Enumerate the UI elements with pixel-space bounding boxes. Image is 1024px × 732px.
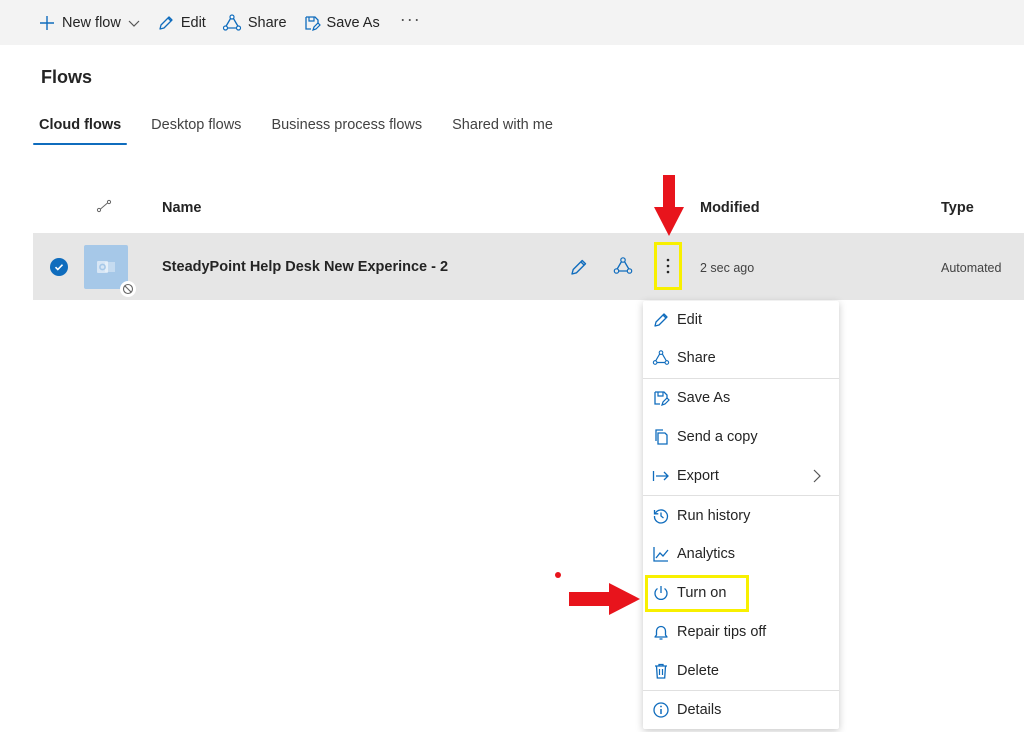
- share-icon: [613, 257, 633, 274]
- flow-type: Automated: [941, 261, 1002, 275]
- outlook-flow-icon: [84, 245, 136, 297]
- share-icon: [652, 350, 670, 365]
- menu-item-analytics[interactable]: Analytics: [643, 535, 839, 573]
- menu-item-details[interactable]: Details: [643, 691, 839, 729]
- menu-item-share[interactable]: Share: [643, 339, 839, 377]
- page-title: Flows: [41, 67, 93, 87]
- menu-item-label: Send a copy: [677, 429, 758, 445]
- menu-item-label: Turn on: [677, 585, 727, 601]
- analytics-icon: [653, 547, 669, 562]
- column-header-name[interactable]: Name: [162, 200, 202, 216]
- more-commands-button[interactable]: ···: [400, 9, 421, 36]
- menu-item-label: Save As: [677, 390, 731, 406]
- checkmark-icon: [54, 264, 64, 271]
- menu-item-export[interactable]: Export: [643, 457, 839, 495]
- chevron-right-icon: [813, 469, 821, 483]
- share-icon: [222, 13, 241, 31]
- tab-business-process-flows[interactable]: Business process flows: [265, 110, 428, 145]
- tab-cloud-flows[interactable]: Cloud flows: [33, 110, 128, 145]
- menu-item-label: Share: [677, 350, 716, 366]
- pencil-icon: [159, 15, 173, 30]
- row-checkbox[interactable]: [50, 258, 68, 276]
- menu-item-repair-tips-off[interactable]: Repair tips off: [643, 613, 839, 651]
- new-flow-label: New flow: [62, 14, 121, 31]
- menu-item-send-a-copy[interactable]: Send a copy: [643, 418, 839, 456]
- menu-item-edit[interactable]: Edit: [643, 301, 839, 339]
- save-as-icon: [304, 15, 321, 31]
- history-icon: [653, 509, 669, 524]
- outlook-icon: [97, 261, 115, 273]
- row-share-button[interactable]: [612, 256, 634, 281]
- menu-item-label: Run history: [677, 508, 751, 524]
- power-icon: [654, 586, 668, 600]
- flow-type-column-icon: [96, 199, 112, 213]
- flow-name[interactable]: SteadyPoint Help Desk New Experince - 2: [162, 259, 448, 275]
- save-as-button[interactable]: Save As: [303, 0, 380, 45]
- red-arrow-down-annotation: [654, 175, 684, 236]
- menu-item-turn-on[interactable]: Turn on: [643, 574, 839, 612]
- column-header-modified[interactable]: Modified: [700, 200, 760, 216]
- menu-divider: [643, 495, 839, 496]
- tab-desktop-flows[interactable]: Desktop flows: [145, 110, 247, 145]
- menu-item-run-history[interactable]: Run history: [643, 497, 839, 535]
- flow-tabs: Cloud flows Desktop flows Business proce…: [33, 110, 577, 145]
- plus-icon: [40, 15, 54, 30]
- disabled-icon: [122, 283, 134, 295]
- menu-item-label: Analytics: [677, 546, 736, 562]
- save-as-icon: [654, 391, 670, 406]
- edit-label: Edit: [180, 14, 206, 31]
- trash-icon: [655, 663, 667, 679]
- new-flow-button[interactable]: New flow: [38, 0, 141, 45]
- red-arrow-right-annotation: [569, 583, 640, 615]
- menu-item-save-as[interactable]: Save As: [643, 379, 839, 417]
- copy-icon: [655, 429, 668, 445]
- info-icon: [653, 702, 669, 718]
- flow-off-badge: [120, 281, 136, 297]
- tab-shared-with-me[interactable]: Shared with me: [446, 110, 559, 145]
- row-edit-button[interactable]: [569, 257, 589, 282]
- save-as-label: Save As: [326, 14, 380, 31]
- bell-icon: [654, 625, 668, 640]
- menu-item-label: Export: [677, 468, 719, 484]
- menu-item-label: Delete: [677, 663, 719, 679]
- menu-item-label: Details: [677, 702, 722, 718]
- table-row[interactable]: SteadyPoint Help Desk New Experince - 2 …: [33, 233, 1024, 300]
- chevron-down-icon: [128, 20, 140, 27]
- pencil-icon: [654, 313, 668, 327]
- edit-button[interactable]: Edit: [157, 0, 206, 45]
- pencil-icon: [571, 259, 587, 275]
- menu-item-label: Edit: [677, 312, 702, 328]
- menu-item-label: Repair tips off: [677, 624, 767, 640]
- export-icon: [652, 471, 669, 481]
- flow-modified: 2 sec ago: [700, 261, 755, 275]
- share-button[interactable]: Share: [222, 0, 287, 45]
- row-more-actions-button[interactable]: [654, 242, 682, 290]
- flow-context-menu: Edit Share Save As Send a copy Export Ru…: [643, 301, 839, 729]
- red-dot-annotation: [555, 572, 561, 578]
- more-vertical-icon: [666, 258, 670, 274]
- column-header-type[interactable]: Type: [941, 200, 974, 216]
- command-bar: New flow Edit Share Save As ···: [0, 0, 1024, 45]
- share-label: Share: [247, 14, 287, 31]
- menu-item-delete[interactable]: Delete: [643, 652, 839, 690]
